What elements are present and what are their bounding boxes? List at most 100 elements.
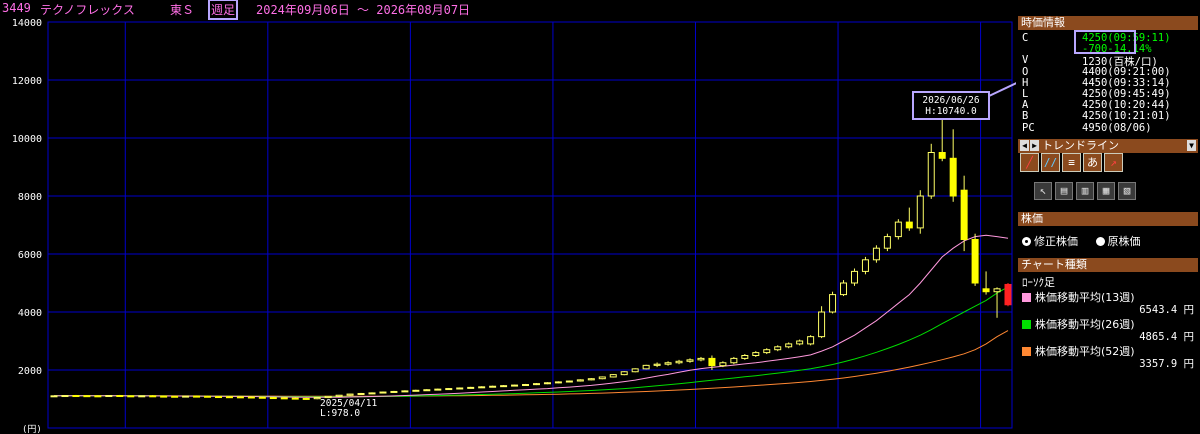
price-row-label: H: [1022, 76, 1029, 89]
candlestick-chart[interactable]: 2000 4000 6000 8000 10000 12000 14000 (円) 2026/0…: [0, 0, 1016, 434]
legend-label: 株価移動平均(26週): [1035, 318, 1135, 331]
candle-body: [390, 390, 398, 393]
trend-dropdown-icon[interactable]: ▼: [1187, 140, 1196, 151]
candle-body: [489, 385, 497, 388]
legend-value: 6543.4 円: [1139, 304, 1194, 316]
price-row-label: L: [1022, 88, 1029, 100]
price-row-number: 4250: [1082, 32, 1108, 44]
legend-item[interactable]: 株価移動平均(13週): [1022, 289, 1135, 305]
candle-body: [971, 239, 979, 284]
radio-adjusted[interactable]: 修正株価: [1022, 235, 1078, 248]
delete-icon[interactable]: ▦: [1097, 182, 1115, 200]
candle-body: [850, 270, 858, 284]
legend-swatch: [1022, 293, 1031, 302]
radio-original[interactable]: 原株価: [1095, 235, 1141, 248]
price-row-value: 4250(09:59:11): [1082, 32, 1171, 44]
candle-body: [269, 397, 277, 400]
candle-body: [204, 395, 212, 398]
stock-price-header: 株価: [1018, 212, 1198, 226]
candle-body: [938, 152, 946, 159]
candle-body: [631, 368, 639, 373]
candle-body: [225, 396, 233, 399]
trend-next-icon[interactable]: ▶: [1030, 140, 1039, 151]
price-mode-radios: 修正株価 原株価: [1022, 233, 1141, 249]
candle-body: [916, 195, 924, 229]
price-row-extra: (08/06): [1107, 121, 1152, 134]
candle-body: [160, 395, 168, 398]
candle-body: [83, 395, 91, 398]
edit-tools: ↖ ▤ ▥ ▦ ▧: [1034, 182, 1136, 200]
price-row-value: 4250(09:45:49): [1082, 88, 1171, 100]
price-info-header: 時価情報: [1018, 16, 1198, 30]
candle-body: [664, 362, 672, 365]
price-row-number: 4250: [1082, 110, 1108, 123]
radio-off-icon: [1095, 237, 1105, 246]
legend-item[interactable]: 株価移動平均(52週): [1022, 343, 1135, 359]
candle-body: [697, 357, 705, 361]
candle-body: [927, 152, 935, 197]
candle-body: [741, 355, 749, 359]
candle-body: [412, 389, 420, 392]
candle-body: [598, 376, 606, 380]
candle-body: [346, 393, 354, 396]
candle-body: [949, 157, 957, 197]
price-row-extra: (09:33:14): [1107, 76, 1171, 89]
candle-body: [116, 395, 124, 398]
candle-body: [149, 395, 157, 398]
price-row-label: A: [1022, 99, 1029, 112]
cursor-icon[interactable]: ↖: [1034, 182, 1052, 200]
price-row-value: 4250(10:20:44): [1082, 99, 1171, 111]
candle-body: [861, 259, 869, 272]
arrow-tool-icon[interactable]: ↗: [1104, 153, 1123, 172]
candle-body: [193, 395, 201, 398]
candle-body: [982, 288, 990, 293]
candle-body: [434, 388, 442, 391]
legend-swatch: [1022, 347, 1031, 356]
horizontal-line-tool-icon[interactable]: ≡: [1062, 153, 1081, 172]
candle-body: [1004, 283, 1012, 306]
candle-body: [456, 387, 464, 390]
y-tick-label: 12000: [12, 76, 42, 87]
candle-body: [872, 247, 880, 261]
trendline-label: トレンドライン: [1042, 139, 1119, 152]
candle-body: [763, 349, 771, 354]
candle-body: [61, 395, 69, 398]
copy-icon[interactable]: ▤: [1055, 182, 1073, 200]
price-row-label: V: [1022, 54, 1029, 67]
candle-body: [960, 189, 968, 240]
candle-body: [894, 221, 902, 238]
candle-body: [587, 378, 595, 381]
legend-swatch: [1022, 320, 1031, 329]
text-tool-icon[interactable]: あ: [1083, 153, 1102, 172]
price-row-value: 4250(10:21:01): [1082, 110, 1171, 122]
candle-body: [840, 282, 848, 296]
candle-body: [280, 397, 288, 400]
plot-frame: [47, 21, 1013, 429]
candle-body: [302, 397, 310, 400]
chart-type-value[interactable]: ﾛｰｿｸ足: [1022, 274, 1055, 290]
parallel-line-tool-icon[interactable]: ∕∕: [1041, 153, 1060, 172]
price-row-label: B: [1022, 110, 1029, 123]
price-row-extra: (10:21:01): [1107, 110, 1171, 123]
paste-icon[interactable]: ▥: [1076, 182, 1094, 200]
trendline-bar[interactable]: ◀ ▶ トレンドライン ▼: [1018, 139, 1198, 153]
price-row-label: O: [1022, 65, 1029, 78]
trend-prev-icon[interactable]: ◀: [1020, 140, 1029, 151]
ma26-line: [54, 286, 1009, 398]
trendline-tool-icon[interactable]: ╱: [1020, 153, 1039, 172]
radio-adjusted-label: 修正株価: [1034, 235, 1078, 248]
y-tick-label: 4000: [18, 308, 42, 319]
high-annotation-value: H:10740.0: [925, 106, 977, 117]
candle-body: [818, 311, 826, 338]
candle-body: [774, 346, 782, 351]
candle-body: [554, 381, 562, 384]
legend-item[interactable]: 株価移動平均(26週): [1022, 316, 1135, 332]
candle-body: [379, 391, 387, 394]
candle-body: [335, 394, 343, 397]
y-unit-label: (円): [22, 424, 42, 434]
price-row-value: 4950(08/06): [1082, 122, 1152, 134]
candle-body: [258, 396, 266, 399]
clipboard-icon[interactable]: ▧: [1118, 182, 1136, 200]
trend-tools: ╱ ∕∕ ≡ あ ↗: [1020, 153, 1123, 172]
candle-body: [401, 390, 409, 393]
